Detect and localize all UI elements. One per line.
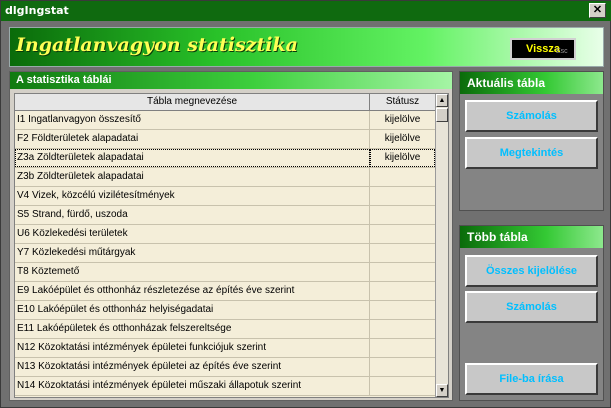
view-button-label: Megtekintés bbox=[499, 147, 564, 159]
page-title: Ingatlanvagyon statisztika bbox=[16, 34, 298, 56]
scroll-thumb[interactable] bbox=[436, 108, 448, 122]
close-icon: ✕ bbox=[592, 4, 603, 16]
header-banner: Ingatlanvagyon statisztika Vissza Esc bbox=[9, 27, 604, 67]
table-name-cell: E11 Lakóépületek és otthonházak felszere… bbox=[15, 320, 370, 338]
calculate-button-label: Számolás bbox=[506, 110, 557, 122]
title-bar[interactable]: dlgIngstat ✕ bbox=[1, 1, 611, 21]
table-row[interactable]: E9 Lakóépület és otthonház részletezése … bbox=[15, 282, 435, 301]
table-row[interactable]: U6 Közlekedési területek bbox=[15, 225, 435, 244]
multi-table-caption: Több tábla bbox=[460, 226, 603, 248]
dialog-window: dlgIngstat ✕ Ingatlanvagyon statisztika … bbox=[0, 0, 611, 408]
table-row[interactable]: E10 Lakóépület és otthonház helyiségadat… bbox=[15, 301, 435, 320]
multi-table-caption-text: Több tábla bbox=[467, 230, 528, 244]
table-status-cell bbox=[370, 358, 435, 376]
table-status-cell bbox=[370, 339, 435, 357]
table-row[interactable]: E11 Lakóépületek és otthonházak felszere… bbox=[15, 320, 435, 339]
table-name-cell: F2 Földterületek alapadatai bbox=[15, 130, 370, 148]
table-status-cell: kijelölve bbox=[370, 149, 435, 167]
write-to-file-button[interactable]: File-ba írása bbox=[465, 363, 598, 395]
calculate-all-button-label: Számolás bbox=[506, 301, 557, 313]
table-name-cell: S5 Strand, fürdő, uszoda bbox=[15, 206, 370, 224]
select-all-button-label: Összes kijelölése bbox=[485, 265, 578, 277]
table-status-cell bbox=[370, 301, 435, 319]
select-all-button[interactable]: Összes kijelölése bbox=[465, 255, 598, 287]
tables-panel-caption-text: A statisztika táblái bbox=[16, 74, 112, 86]
table-status-cell bbox=[370, 282, 435, 300]
table-row[interactable]: Y7 Közlekedési műtárgyak bbox=[15, 244, 435, 263]
table-name-cell: E9 Lakóépület és otthonház részletezése … bbox=[15, 282, 370, 300]
close-button[interactable]: ✕ bbox=[589, 3, 606, 18]
table-status-cell bbox=[370, 244, 435, 262]
current-table-caption: Aktuális tábla bbox=[460, 72, 603, 94]
tables-list[interactable]: Tábla megnevezése Státusz I1 Ingatlanvag… bbox=[14, 93, 449, 398]
table-status-cell: kijelölve bbox=[384, 133, 421, 144]
table-name-cell: Z3a Zöldterületek alapadatai bbox=[15, 149, 370, 167]
vertical-scrollbar[interactable]: ▲ ▼ bbox=[435, 94, 448, 397]
scroll-down-button[interactable]: ▼ bbox=[436, 384, 448, 397]
table-status-cell: kijelölve bbox=[384, 114, 421, 125]
column-header-name[interactable]: Tábla megnevezése bbox=[15, 94, 370, 110]
tables-panel: A statisztika táblái Tábla megnevezése S… bbox=[9, 71, 453, 401]
table-row[interactable]: N12 Közoktatási intézmények épületei fun… bbox=[15, 339, 435, 358]
scroll-up-button[interactable]: ▲ bbox=[436, 94, 448, 107]
table-row[interactable]: N14 Közoktatási intézmények épületei műs… bbox=[15, 377, 435, 396]
table-name-cell: I1 Ingatlanvagyon összesítő bbox=[15, 111, 370, 129]
table-name-cell: V4 Vizek, közcélú vizilétesítmények bbox=[15, 187, 370, 205]
arrow-up-icon: ▲ bbox=[438, 97, 446, 104]
table-name-cell: N13 Közoktatási intézmények épületei az … bbox=[15, 358, 370, 376]
table-name-cell: N12 Közoktatási intézmények épületei fun… bbox=[15, 339, 370, 357]
table-name-cell: U6 Közlekedési területek bbox=[15, 225, 370, 243]
table-row[interactable]: N13 Közoktatási intézmények épületei az … bbox=[15, 358, 435, 377]
table-status-cell bbox=[370, 377, 435, 395]
multi-table-panel: Több tábla Összes kijelölése Számolás Fi… bbox=[459, 225, 604, 401]
window-title: dlgIngstat bbox=[5, 4, 69, 17]
table-status-cell bbox=[370, 187, 435, 205]
table-row[interactable]: Z3b Zöldterületek alapadatai bbox=[15, 168, 435, 187]
calculate-all-button[interactable]: Számolás bbox=[465, 291, 598, 323]
table-name-cell: T8 Köztemető bbox=[15, 263, 370, 281]
table-status-cell bbox=[370, 263, 435, 281]
arrow-down-icon: ▼ bbox=[438, 387, 446, 394]
back-button[interactable]: Vissza Esc bbox=[510, 38, 576, 60]
back-button-shortcut: Esc bbox=[556, 48, 568, 55]
table-row[interactable]: T8 Köztemető bbox=[15, 263, 435, 282]
calculate-button[interactable]: Számolás bbox=[465, 100, 598, 132]
table-row[interactable]: S5 Strand, fürdő, uszoda bbox=[15, 206, 435, 225]
table-name-cell: Y7 Közlekedési műtárgyak bbox=[15, 244, 370, 262]
table-status-cell bbox=[370, 206, 435, 224]
table-name-cell: N14 Közoktatási intézmények épületei műs… bbox=[15, 377, 370, 395]
table-status-cell bbox=[370, 320, 435, 338]
tables-panel-caption: A statisztika táblái bbox=[10, 72, 452, 89]
table-status-cell bbox=[370, 225, 435, 243]
table-header: Tábla megnevezése Státusz bbox=[15, 94, 435, 111]
table-row[interactable]: Z3a Zöldterületek alapadatai kijelölve bbox=[15, 149, 435, 168]
table-row[interactable]: V4 Vizek, közcélú vizilétesítmények bbox=[15, 187, 435, 206]
table-status-cell bbox=[370, 168, 435, 186]
table-row[interactable]: F2 Földterületek alapadatai kijelölve bbox=[15, 130, 435, 149]
current-table-caption-text: Aktuális tábla bbox=[467, 76, 546, 90]
table-row[interactable]: I1 Ingatlanvagyon összesítő kijelölve bbox=[15, 111, 435, 130]
column-header-status[interactable]: Státusz bbox=[370, 94, 435, 110]
write-to-file-button-label: File-ba írása bbox=[499, 373, 564, 385]
view-button[interactable]: Megtekintés bbox=[465, 137, 598, 169]
current-table-panel: Aktuális tábla Számolás Megtekintés bbox=[459, 71, 604, 211]
table-name-cell: E10 Lakóépület és otthonház helyiségadat… bbox=[15, 301, 370, 319]
table-name-cell: Z3b Zöldterületek alapadatai bbox=[15, 168, 370, 186]
